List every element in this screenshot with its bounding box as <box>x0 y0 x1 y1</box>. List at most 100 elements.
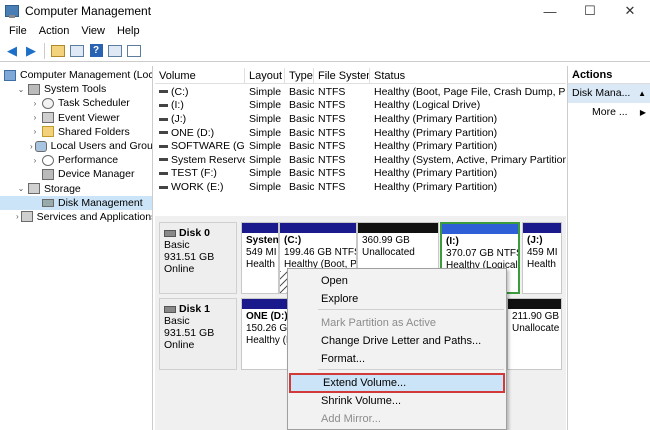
collapse-arrow-icon[interactable]: › <box>30 113 40 122</box>
disk-label-1[interactable]: Disk 1 Basic 931.51 GB Online <box>159 298 237 370</box>
partition-bar <box>242 299 290 309</box>
forward-arrow-icon[interactable]: ▶ <box>23 43 39 59</box>
cell-layout: Simple <box>249 112 282 125</box>
cell-volume: WORK (E:) <box>155 181 245 193</box>
performance-icon <box>42 154 54 166</box>
disk-name: Disk 0 <box>164 227 236 239</box>
collapse-arrow-icon[interactable]: › <box>30 142 33 151</box>
disk-type: Basic <box>164 239 190 251</box>
table-row[interactable]: (C:) Simple Basic NTFS Healthy (Boot, Page F… <box>155 85 566 99</box>
properties-icon[interactable] <box>107 43 123 59</box>
context-menu-extend-volume[interactable]: Extend Volume... <box>289 373 505 393</box>
expand-arrow-icon[interactable]: ⌄ <box>16 85 26 94</box>
back-arrow-icon[interactable]: ◀ <box>4 43 20 59</box>
tree-item-computer-management-local[interactable]: Computer Management (Local <box>0 68 152 82</box>
cell-volume: ONE (D:) <box>155 127 245 139</box>
context-menu-explore[interactable]: Explore <box>289 289 505 309</box>
computer-icon <box>4 69 16 81</box>
tree-item-disk-management[interactable]: Disk Management <box>0 195 152 210</box>
tree-item-label: Services and Applications <box>36 210 153 223</box>
column-layout[interactable]: Layout <box>245 68 285 84</box>
triangle-up-icon: ▲ <box>638 89 646 98</box>
action-disk-management[interactable]: Disk Mana... ▲ <box>568 84 650 103</box>
tree-item-label: Task Scheduler <box>58 97 130 110</box>
table-row[interactable]: WORK (E:) Simple Basic NTFS Healthy (Primary… <box>155 180 566 194</box>
collapse-arrow-icon[interactable]: › <box>30 156 40 165</box>
context-menu-format[interactable]: Format... <box>289 349 505 369</box>
show-hide-tree-icon[interactable] <box>69 43 85 59</box>
partition-name: Systen <box>246 235 279 246</box>
tree-item-event-viewer[interactable]: › Event Viewer <box>0 111 152 125</box>
partition-block[interactable]: ONE (D:) 150.26 GB Healthy (P <box>241 298 291 370</box>
table-row[interactable]: TEST (F:) Simple Basic NTFS Healthy (Primary… <box>155 167 566 181</box>
tree-item-system-tools[interactable]: ⌄ System Tools <box>0 82 152 96</box>
tree-item-label: Computer Management (Local <box>20 69 153 82</box>
action-more[interactable]: More ... ▶ <box>568 103 650 122</box>
table-row[interactable]: ONE (D:) Simple Basic NTFS Healthy (Primary … <box>155 126 566 140</box>
cell-layout: Simple <box>249 167 282 180</box>
context-menu-mark-partition-as-active[interactable]: Mark Partition as Active <box>289 313 505 333</box>
tree-item-shared-folders[interactable]: › Shared Folders <box>0 125 152 139</box>
tree-item-task-scheduler[interactable]: › Task Scheduler <box>0 96 152 110</box>
column-type[interactable]: Type <box>285 68 314 84</box>
cell-layout: Simple <box>249 99 282 112</box>
context-menu-add-mirror[interactable]: Add Mirror... <box>289 409 505 429</box>
event-viewer-icon <box>42 112 54 124</box>
services-icon <box>20 211 33 223</box>
table-row[interactable]: System Reserved Simple Basic NTFS Healthy (S… <box>155 153 566 167</box>
partition-block[interactable]: (J:) 459 MI Health <box>522 222 562 294</box>
clock-icon <box>42 97 54 109</box>
partition-line3: Health <box>527 259 556 270</box>
help-icon[interactable]: ? <box>88 43 104 59</box>
disk-size: 931.51 GB <box>164 327 215 339</box>
table-row[interactable]: (J:) Simple Basic NTFS Healthy (Primary Part… <box>155 112 566 126</box>
column-status[interactable]: Status <box>370 68 566 84</box>
cell-status: Healthy (Boot, Page File, Crash Dump, Pr… <box>374 85 566 98</box>
partition-block[interactable]: Systen 549 MI Health <box>241 222 279 294</box>
context-menu-open[interactable]: Open <box>289 271 505 291</box>
cell-type: Basic <box>289 167 314 180</box>
tree-item-device-manager[interactable]: Device Manager <box>0 167 152 181</box>
tools-icon <box>28 83 40 95</box>
view-icon[interactable] <box>126 43 142 59</box>
close-button[interactable]: ✕ <box>610 0 650 22</box>
minimize-button[interactable]: — <box>530 0 570 22</box>
menu-help[interactable]: Help <box>111 25 146 37</box>
menu-action[interactable]: Action <box>33 25 76 37</box>
table-row[interactable]: (I:) Simple Basic NTFS Healthy (Logical Driv… <box>155 99 566 113</box>
cell-type: Basic <box>289 153 314 166</box>
column-file-system[interactable]: File System <box>314 68 370 84</box>
collapse-arrow-icon[interactable]: › <box>30 127 40 136</box>
volume-icon <box>159 158 168 162</box>
collapse-arrow-icon[interactable]: › <box>16 212 19 221</box>
partition-line2: 360.99 GB <box>362 235 410 246</box>
disk-label-0[interactable]: Disk 0 Basic 931.51 GB Online <box>159 222 237 294</box>
menu-file[interactable]: File <box>3 25 33 37</box>
partition-bar <box>242 223 278 233</box>
up-folder-icon[interactable] <box>50 43 66 59</box>
maximize-button[interactable]: ☐ <box>570 0 610 22</box>
partition-info: 211.90 GB Unallocate <box>508 309 561 335</box>
cell-type: Basic <box>289 126 314 139</box>
tree-item-services-and-applications[interactable]: › Services and Applications <box>0 210 152 224</box>
context-menu-shrink-volume[interactable]: Shrink Volume... <box>289 391 505 411</box>
tree-item-performance[interactable]: › Performance <box>0 153 152 167</box>
tree-item-label: Performance <box>58 154 119 167</box>
tree-item-storage[interactable]: ⌄ Storage <box>0 182 152 196</box>
volume-name: (I:) <box>171 99 184 112</box>
table-row[interactable]: SOFTWARE (G:) Simple Basic NTFS Healthy (Pri… <box>155 139 566 153</box>
cell-file-system: NTFS <box>318 99 346 112</box>
column-volume[interactable]: Volume <box>155 68 245 84</box>
cell-volume: (J:) <box>155 113 245 125</box>
horizontal-scrollbar[interactable] <box>155 205 566 213</box>
cell-volume: TEST (F:) <box>155 167 245 179</box>
context-menu-change-drive-letter-and-paths[interactable]: Change Drive Letter and Paths... <box>289 331 505 351</box>
tree-item-label: Local Users and Groups <box>50 140 153 153</box>
partition-block[interactable]: 211.90 GB Unallocate <box>507 298 562 370</box>
menu-view[interactable]: View <box>75 25 111 37</box>
toolbar: ◀ ▶ ? <box>0 40 650 62</box>
tree-item-local-users-and-groups[interactable]: › Local Users and Groups <box>0 139 152 153</box>
expand-arrow-icon[interactable]: ⌄ <box>16 184 26 193</box>
partition-info: 360.99 GB Unallocated <box>358 233 438 259</box>
collapse-arrow-icon[interactable]: › <box>30 99 40 108</box>
